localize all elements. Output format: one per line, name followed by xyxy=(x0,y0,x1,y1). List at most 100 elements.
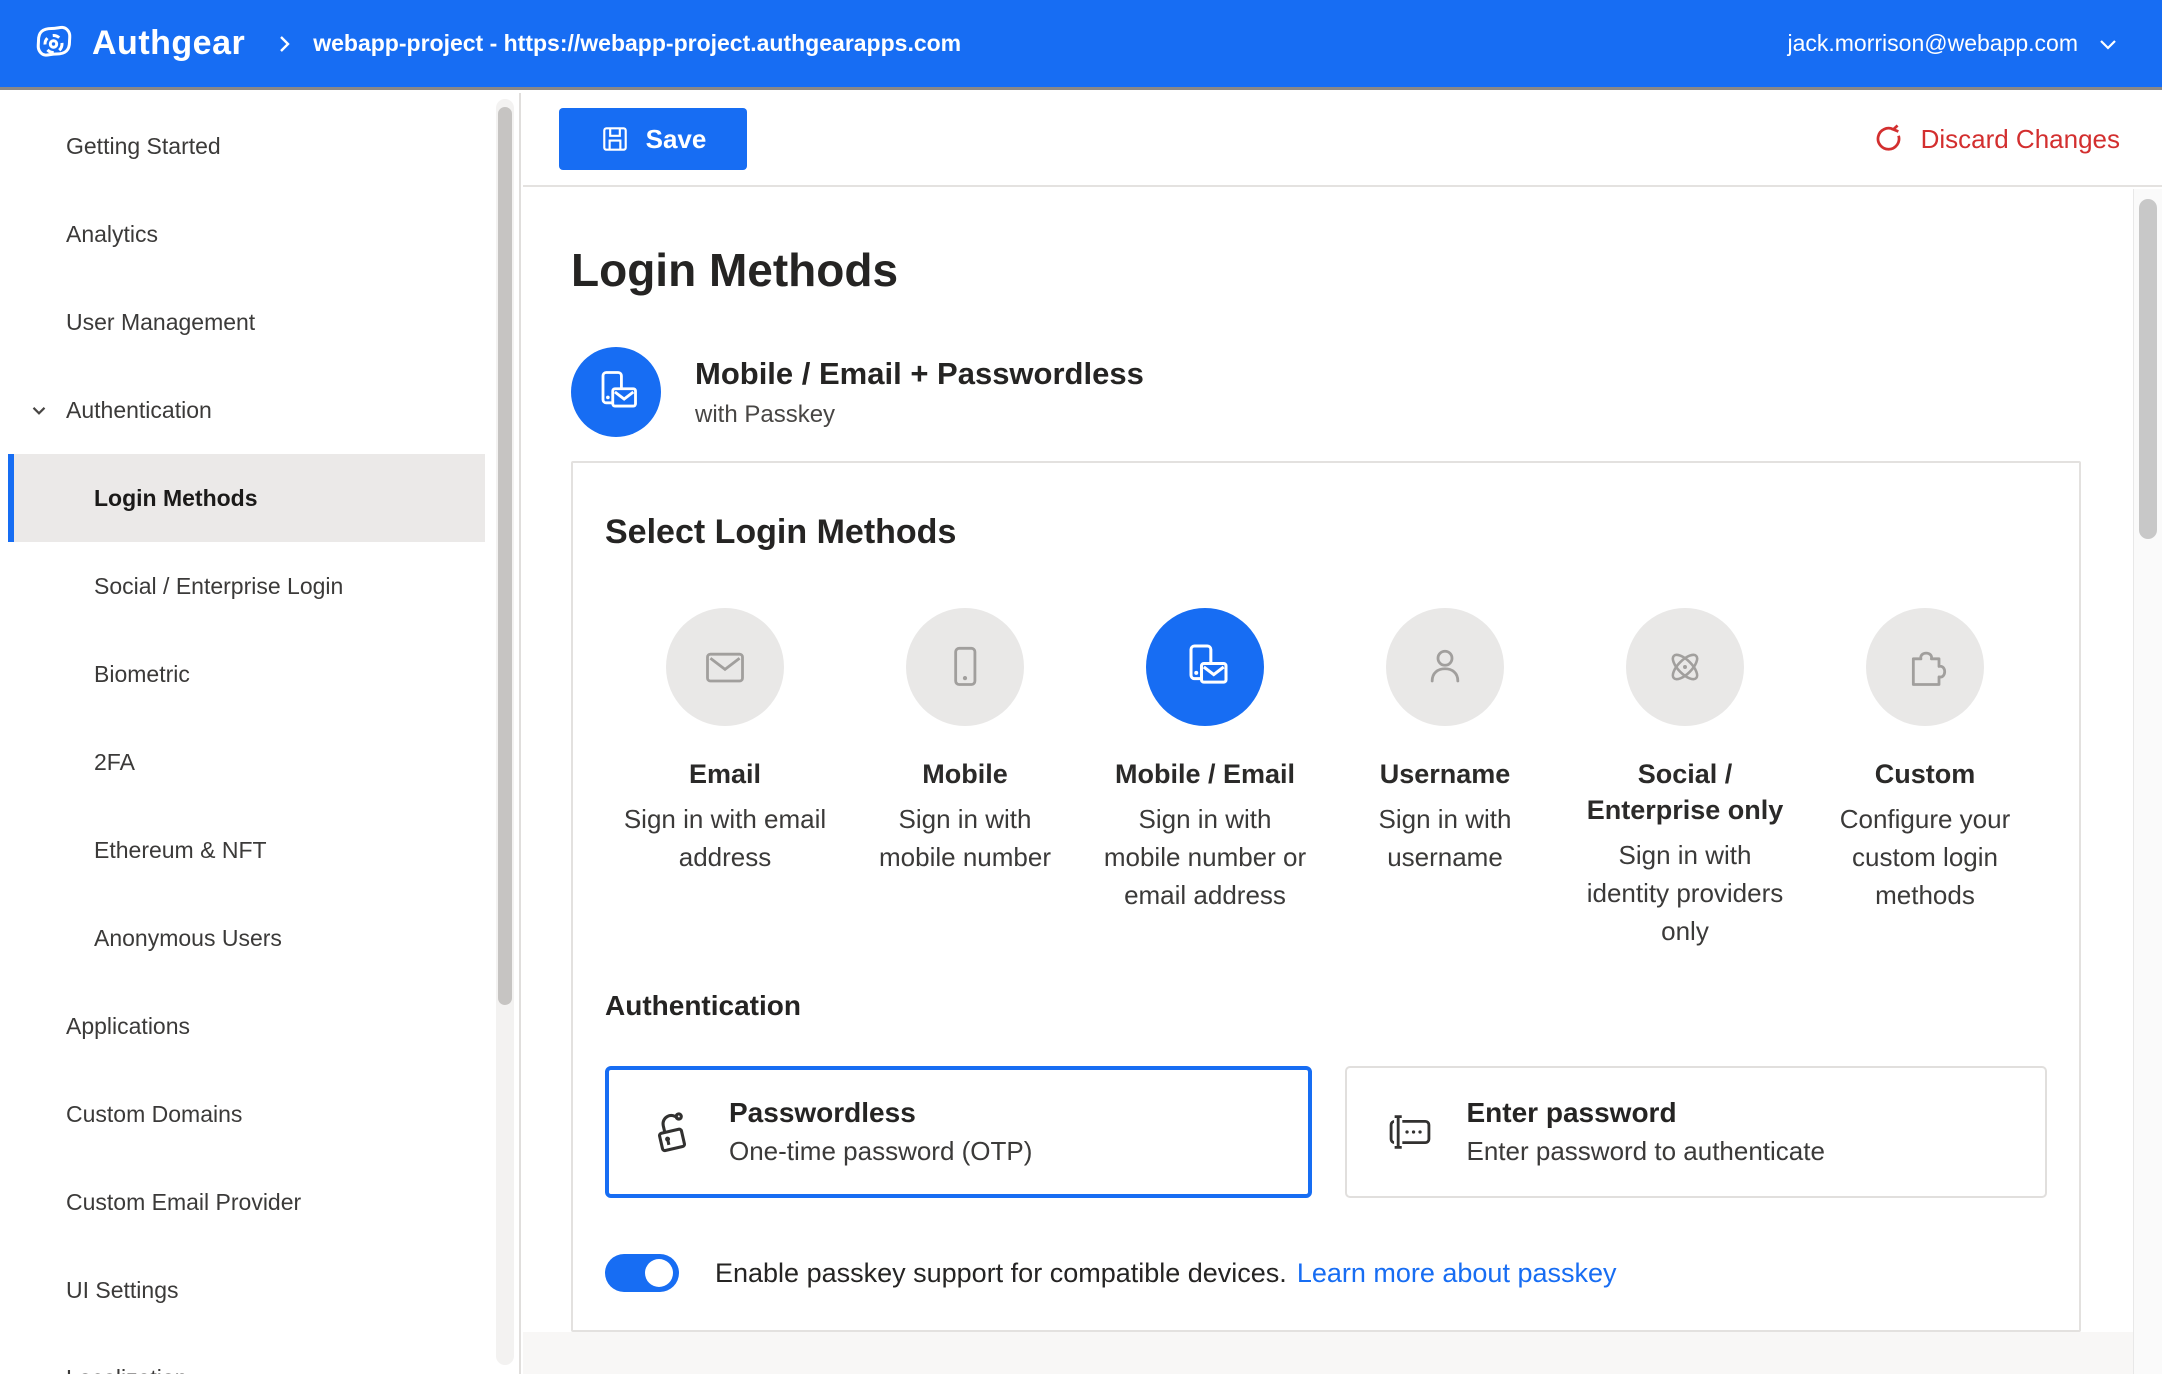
sidebar-item-label: UI Settings xyxy=(66,1277,179,1304)
option-description: Sign in with mobile number or email addr… xyxy=(1098,800,1312,914)
option-mobile-email[interactable]: Mobile / Email Sign in with mobile numbe… xyxy=(1085,608,1325,950)
select-login-methods-heading: Select Login Methods xyxy=(605,513,2047,552)
option-custom[interactable]: Custom Configure your custom login metho… xyxy=(1805,608,2045,950)
identity-providers-icon xyxy=(1626,608,1744,726)
sidebar-scrollbar-track[interactable] xyxy=(496,99,514,1365)
option-label: Mobile xyxy=(922,756,1008,792)
sidebar-item-getting-started[interactable]: Getting Started xyxy=(0,102,519,190)
passkey-toggle-row: Enable passkey support for compatible de… xyxy=(605,1254,2047,1292)
authgear-logo-icon xyxy=(30,20,78,68)
option-label: Email xyxy=(689,756,761,792)
sidebar: Getting Started Analytics User Managemen… xyxy=(0,93,521,1374)
option-username[interactable]: Username Sign in with username xyxy=(1325,608,1565,950)
chevron-down-icon xyxy=(28,399,50,421)
option-email[interactable]: Email Sign in with email address xyxy=(605,608,845,950)
sidebar-item-label: Applications xyxy=(66,1013,190,1040)
sidebar-item-biometric[interactable]: Biometric xyxy=(0,630,519,718)
content-background-tail xyxy=(523,1332,2133,1374)
sidebar-item-label: User Management xyxy=(66,309,255,336)
auth-option-text: Enter password Enter password to authent… xyxy=(1467,1097,1825,1167)
option-label: Social / Enterprise only xyxy=(1578,756,1792,828)
option-label: Mobile / Email xyxy=(1115,756,1295,792)
email-icon xyxy=(666,608,784,726)
option-description: Configure your custom login methods xyxy=(1818,800,2032,914)
option-social-enterprise[interactable]: Social / Enterprise only Sign in with id… xyxy=(1565,608,1805,950)
page-title: Login Methods xyxy=(571,243,2081,297)
sidebar-item-ui-settings[interactable]: UI Settings xyxy=(0,1246,519,1334)
hero-text: Mobile / Email + Passwordless with Passk… xyxy=(695,356,1144,429)
password-field-icon xyxy=(1383,1106,1437,1158)
save-button[interactable]: Save xyxy=(559,108,747,170)
sidebar-item-authentication[interactable]: Authentication xyxy=(0,366,519,454)
authentication-options: Passwordless One-time password (OTP) xyxy=(605,1066,2047,1198)
sidebar-item-label: Getting Started xyxy=(66,133,221,160)
current-method-summary: Mobile / Email + Passwordless with Passk… xyxy=(571,347,2081,437)
enter-password-option[interactable]: Enter password Enter password to authent… xyxy=(1345,1066,2048,1198)
puzzle-icon xyxy=(1866,608,1984,726)
sidebar-item-label: Social / Enterprise Login xyxy=(94,573,343,600)
discard-changes-button[interactable]: Discard Changes xyxy=(1873,123,2120,155)
sidebar-item-label: Anonymous Users xyxy=(94,925,282,952)
authentication-heading: Authentication xyxy=(605,990,2047,1022)
command-toolbar: Save Discard Changes xyxy=(523,93,2162,187)
main-area: Save Discard Changes Login Methods xyxy=(523,93,2162,1374)
sidebar-item-label: Biometric xyxy=(94,661,190,688)
sidebar-item-custom-domains[interactable]: Custom Domains xyxy=(0,1070,519,1158)
project-breadcrumb[interactable]: webapp-project - https://webapp-project.… xyxy=(313,30,961,57)
sidebar-item-social-enterprise-login[interactable]: Social / Enterprise Login xyxy=(0,542,519,630)
toggle-knob xyxy=(645,1259,673,1287)
sidebar-item-localization[interactable]: Localization xyxy=(0,1334,519,1374)
current-method-subtitle: with Passkey xyxy=(695,401,1144,429)
sidebar-item-ethereum-nft[interactable]: Ethereum & NFT xyxy=(0,806,519,894)
learn-more-passkey-link[interactable]: Learn more about passkey xyxy=(1297,1258,1617,1289)
sidebar-item-user-management[interactable]: User Management xyxy=(0,278,519,366)
option-label: Custom xyxy=(1875,756,1976,792)
sidebar-item-label: Localization xyxy=(66,1365,187,1374)
sidebar-item-custom-email-provider[interactable]: Custom Email Provider xyxy=(0,1158,519,1246)
sidebar-item-applications[interactable]: Applications xyxy=(0,982,519,1070)
option-label: Username xyxy=(1380,756,1511,792)
login-methods-card: Select Login Methods Email Sign in with … xyxy=(571,461,2081,1332)
option-description: Sign in with username xyxy=(1338,800,1552,876)
unlocked-padlock-icon xyxy=(645,1106,699,1158)
username-icon xyxy=(1386,608,1504,726)
option-description: Sign in with email address xyxy=(618,800,832,876)
auth-option-description: Enter password to authenticate xyxy=(1467,1136,1825,1167)
sidebar-item-label: Analytics xyxy=(66,221,158,248)
sidebar-item-label: Ethereum & NFT xyxy=(94,837,267,864)
sidebar-item-label: Custom Email Provider xyxy=(66,1189,301,1216)
save-button-label: Save xyxy=(646,124,707,155)
save-icon xyxy=(600,124,630,154)
current-method-title: Mobile / Email + Passwordless xyxy=(695,356,1144,392)
option-mobile[interactable]: Mobile Sign in with mobile number xyxy=(845,608,1085,950)
mobile-email-icon xyxy=(571,347,661,437)
mobile-email-icon xyxy=(1146,608,1264,726)
account-menu[interactable]: jack.morrison@webapp.com xyxy=(1787,30,2120,57)
auth-option-title: Enter password xyxy=(1467,1097,1825,1129)
revert-icon xyxy=(1873,123,1905,155)
brand-name: Authgear xyxy=(92,24,245,63)
option-description: Sign in with mobile number xyxy=(858,800,1072,876)
main-scrollbar-track[interactable] xyxy=(2133,189,2162,1374)
sidebar-item-label: Authentication xyxy=(66,397,212,424)
breadcrumb-chevron-icon xyxy=(273,32,297,56)
passwordless-option[interactable]: Passwordless One-time password (OTP) xyxy=(605,1066,1312,1198)
passkey-toggle[interactable] xyxy=(605,1254,679,1292)
sidebar-item-analytics[interactable]: Analytics xyxy=(0,190,519,278)
sidebar-item-anonymous-users[interactable]: Anonymous Users xyxy=(0,894,519,982)
authgear-brand[interactable]: Authgear xyxy=(30,20,245,68)
sidebar-item-2fa[interactable]: 2FA xyxy=(0,718,519,806)
login-method-options: Email Sign in with email address Mobile … xyxy=(605,608,2047,950)
auth-option-text: Passwordless One-time password (OTP) xyxy=(729,1097,1032,1167)
option-description: Sign in with identity providers only xyxy=(1578,836,1792,950)
sidebar-item-label: 2FA xyxy=(94,749,135,776)
auth-option-title: Passwordless xyxy=(729,1097,1032,1129)
sidebar-scrollbar-thumb[interactable] xyxy=(498,107,512,1005)
passkey-toggle-label: Enable passkey support for compatible de… xyxy=(715,1258,1287,1289)
mobile-icon xyxy=(906,608,1024,726)
sidebar-item-login-methods[interactable]: Login Methods xyxy=(8,454,485,542)
main-scrollbar-thumb[interactable] xyxy=(2139,199,2157,539)
discard-button-label: Discard Changes xyxy=(1921,124,2120,155)
content-scroll-area: Login Methods Mobile / Email + Passwordl… xyxy=(523,189,2133,1374)
sidebar-item-label: Custom Domains xyxy=(66,1101,242,1128)
